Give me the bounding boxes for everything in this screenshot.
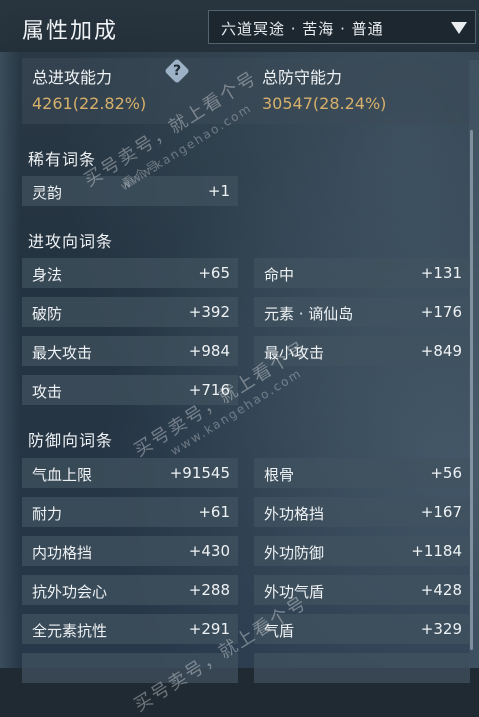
scrollbar[interactable]	[470, 130, 473, 650]
mode-dropdown-value: 六道冥途 · 苦海 · 普通	[221, 20, 384, 38]
stat-label: 破防	[32, 305, 63, 323]
stat-label: 身法	[32, 266, 63, 284]
stat-label: 攻击	[32, 383, 63, 401]
stat-card: 命中 +131	[254, 258, 470, 288]
stat-label: 外功防御	[264, 544, 325, 562]
stat-card: 元素 · 谪仙岛 +176	[254, 297, 470, 327]
total-attack-value: 4261(22.82%)	[32, 94, 147, 113]
stat-card-partial	[22, 653, 238, 683]
stat-card: 最大攻击 +984	[22, 336, 238, 366]
stat-card: 外功防御 +1184	[254, 536, 470, 566]
stat-card: 耐力 +61	[22, 497, 238, 527]
total-attack-label: 总进攻能力	[32, 68, 113, 87]
stat-card: 内功格挡 +430	[22, 536, 238, 566]
stat-label: 抗外功会心	[32, 583, 108, 601]
stat-label: 命中	[264, 266, 295, 284]
stat-value: +849	[420, 342, 462, 360]
stat-label: 元素 · 谪仙岛	[264, 305, 354, 323]
stat-value: +392	[188, 303, 230, 321]
stat-value: +288	[188, 581, 230, 599]
stat-label: 外功格挡	[264, 505, 325, 523]
stat-value: +61	[198, 503, 230, 521]
stat-card: 最小攻击 +849	[254, 336, 470, 366]
summary-panel: 总进攻能力 ? 4261(22.82%) 总防守能力 30547(28.24%)	[22, 58, 470, 124]
stat-card: 气盾 +329	[254, 614, 470, 644]
stat-value: +984	[188, 342, 230, 360]
stat-value: +1	[207, 182, 230, 200]
stat-label: 全元素抗性	[32, 622, 108, 640]
mode-dropdown[interactable]: 六道冥途 · 苦海 · 普通	[208, 10, 476, 44]
stat-card: 破防 +392	[22, 297, 238, 327]
stat-value: +131	[420, 264, 462, 282]
help-icon[interactable]: ?	[164, 58, 190, 84]
stat-card: 攻击 +716	[22, 375, 238, 405]
triangle-down-icon	[451, 22, 467, 34]
stat-label: 最小攻击	[264, 344, 325, 362]
stat-label: 气盾	[264, 622, 295, 640]
stat-value: +176	[420, 303, 462, 321]
stat-value: +430	[188, 542, 230, 560]
stat-label: 耐力	[32, 505, 63, 523]
stat-card: 抗外功会心 +288	[22, 575, 238, 605]
total-defense-label: 总防守能力	[262, 68, 343, 87]
stat-value: +167	[420, 503, 462, 521]
stat-card: 身法 +65	[22, 258, 238, 288]
stat-value: +428	[420, 581, 462, 599]
stat-card: 外功格挡 +167	[254, 497, 470, 527]
stat-card: 根骨 +56	[254, 458, 470, 488]
stat-value: +291	[188, 620, 230, 638]
stat-value: +65	[198, 264, 230, 282]
stat-value: +1184	[411, 542, 462, 560]
stat-label: 最大攻击	[32, 344, 93, 362]
stat-card: 外功气盾 +428	[254, 575, 470, 605]
stat-label: 灵韵	[32, 184, 63, 202]
stat-card: 灵韵 +1	[22, 176, 238, 206]
stat-card: 气血上限 +91545	[22, 458, 238, 488]
stat-card-partial	[254, 653, 470, 683]
total-defense-value: 30547(28.24%)	[262, 94, 387, 113]
stat-label: 气血上限	[32, 466, 93, 484]
panel-header: 属性加成 六道冥途 · 苦海 · 普通	[0, 0, 479, 52]
stat-value: +56	[430, 464, 462, 482]
stat-label: 外功气盾	[264, 583, 325, 601]
stat-card: 全元素抗性 +291	[22, 614, 238, 644]
panel-title: 属性加成	[22, 19, 119, 44]
stat-value: +91545	[169, 464, 230, 482]
stat-value: +329	[420, 620, 462, 638]
stat-value: +716	[188, 381, 230, 399]
stat-label: 内功格挡	[32, 544, 93, 562]
section-title-defense: 防御向词条	[28, 431, 114, 450]
section-title-attack: 进攻向词条	[28, 232, 114, 251]
section-title-rare: 稀有词条	[28, 150, 97, 169]
background-left-panel	[0, 0, 20, 668]
stat-label: 根骨	[264, 466, 295, 484]
